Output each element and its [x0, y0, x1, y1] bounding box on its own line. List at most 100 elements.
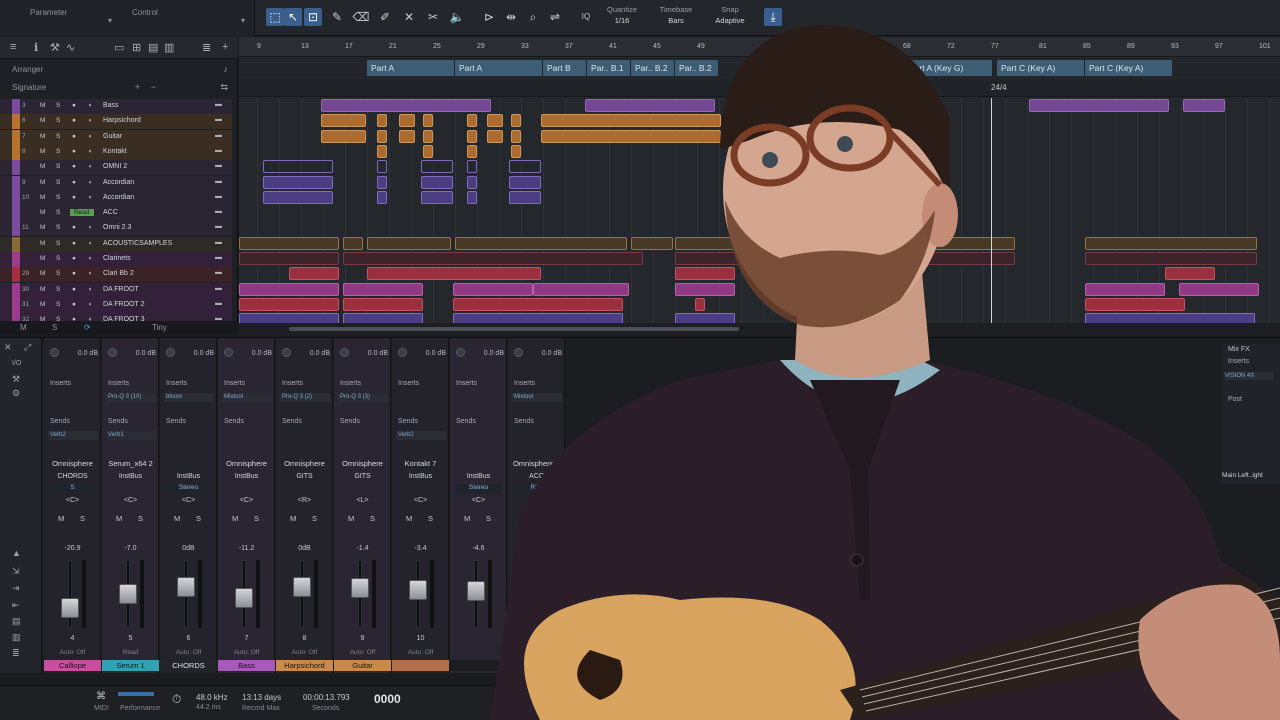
volume-value[interactable]: -3.4 — [392, 545, 449, 552]
monitor-icon[interactable]: ◖ — [88, 270, 92, 277]
event-clip[interactable] — [487, 129, 503, 143]
event-clip[interactable] — [509, 160, 541, 174]
automation-mode[interactable]: Auto: Off — [44, 649, 101, 656]
track-row[interactable]: M S ● ◖ OMNI 2 ▬ — [0, 160, 232, 176]
instrument-icon[interactable]: ▥ — [12, 632, 21, 643]
event-clip[interactable] — [263, 190, 333, 204]
monitor-icon[interactable]: ◖ — [88, 133, 92, 140]
event-clip[interactable] — [467, 129, 477, 143]
track-row[interactable]: 30 M S ● ◖ DA FROOT ▬ — [0, 282, 232, 298]
arrange-icon[interactable]: ⊞ — [132, 41, 141, 54]
event-clip[interactable] — [421, 190, 453, 204]
event-clip[interactable] — [343, 252, 643, 265]
event-clip[interactable] — [455, 236, 627, 250]
track-row[interactable]: 9 M S ● ◖ Accordian ▬ — [0, 175, 232, 191]
output-route[interactable]: InstBus — [102, 473, 159, 480]
output-route[interactable]: InstBus — [160, 473, 217, 480]
event-clip[interactable] — [467, 144, 477, 158]
track-type-icon[interactable]: ▬ — [215, 116, 222, 123]
insert-plugin[interactable]: Pro-Q 3 (10) — [106, 393, 156, 402]
instrument-name[interactable]: Omnisphere — [218, 459, 275, 468]
track-type-icon[interactable]: ▬ — [215, 269, 222, 276]
menu-icon[interactable]: ≡ — [10, 41, 16, 53]
mute-button[interactable]: M — [522, 514, 528, 523]
track-name[interactable]: Clarinets — [103, 255, 131, 262]
signature-track[interactable]: 24/4 — [239, 79, 1280, 97]
list-icon[interactable]: ≣ — [202, 41, 211, 54]
send-slot[interactable]: Verb1 — [106, 431, 156, 440]
control-dropdown[interactable]: Control — [132, 8, 158, 17]
event-clip[interactable] — [377, 190, 387, 204]
track-type-icon[interactable]: ▬ — [215, 300, 222, 307]
event-clip[interactable] — [239, 252, 339, 265]
track-name[interactable]: Kontakt — [103, 148, 127, 155]
range-tool-icon[interactable]: ⊡ — [304, 8, 322, 26]
solo-button[interactable]: S — [56, 240, 60, 247]
output-route[interactable]: InstBus — [450, 473, 507, 480]
eraser-tool-icon[interactable]: ⌫ — [352, 8, 370, 26]
panel-icon[interactable]: ▤ — [12, 616, 21, 627]
track-row[interactable]: 3 M S ● ◖ Bass ▬ — [0, 99, 232, 114]
mute-button[interactable]: M — [406, 514, 412, 523]
event-clip[interactable] — [453, 297, 623, 311]
mute-button[interactable]: M — [348, 514, 354, 523]
settings-icon[interactable]: ⚙ — [12, 388, 20, 399]
event-clip[interactable] — [289, 267, 339, 281]
event-clip[interactable] — [467, 190, 477, 204]
select-tool-icon[interactable]: ⬚ — [266, 8, 284, 26]
monitor-icon[interactable]: ◖ — [88, 163, 92, 170]
solo-button[interactable]: S — [138, 514, 143, 523]
track-row[interactable]: 11 M S ● ◖ Omni 2.3 ▬ — [0, 221, 232, 237]
record-button[interactable]: ● — [72, 301, 76, 308]
folder-icon[interactable]: ▭ — [114, 41, 124, 54]
arranger-track[interactable]: Part A Part A Part B Par.. B.1 Par.. B.2 Par.… — [239, 58, 1280, 78]
record-button[interactable]: ● — [72, 133, 76, 140]
track-row[interactable]: 7 M S ● ◖ Guitar ▬ — [0, 129, 232, 145]
track-name[interactable]: Omni 2.3 — [103, 224, 131, 231]
expand-icon[interactable]: ⇲ — [12, 566, 20, 577]
track-type-icon[interactable]: ▬ — [215, 193, 222, 200]
event-clip[interactable] — [1085, 252, 1257, 265]
mute-button[interactable]: M — [40, 209, 45, 216]
event-clip[interactable] — [377, 129, 387, 143]
pan-value[interactable]: <R> — [276, 497, 333, 504]
monitor-icon[interactable]: ◖ — [88, 194, 92, 201]
arranger-section[interactable]: Par.. B.2 — [631, 60, 675, 76]
layers-icon[interactable]: ≣ — [12, 648, 20, 659]
channel-name[interactable]: Bass — [218, 660, 275, 671]
solo-button[interactable]: S — [56, 209, 60, 216]
channel-name[interactable]: Guitar — [334, 660, 391, 671]
insert-plugin[interactable]: Pro-Q 3 (3) — [338, 393, 388, 402]
mute-button[interactable]: M — [116, 514, 122, 523]
volume-fader[interactable] — [119, 583, 137, 604]
io-label[interactable]: I/O — [12, 360, 21, 367]
solo-button[interactable]: S — [56, 179, 60, 186]
volume-value[interactable]: -1.4 — [334, 545, 391, 552]
mute-button[interactable]: M — [40, 301, 45, 308]
event-clip[interactable] — [423, 129, 433, 143]
automation-mode[interactable]: Auto: Off — [218, 649, 275, 656]
solo-button[interactable]: S — [56, 194, 60, 201]
mute-button[interactable]: M — [40, 179, 45, 186]
solo-button[interactable]: S — [56, 117, 60, 124]
track-name[interactable]: DA FROOT — [103, 286, 139, 293]
input-icon[interactable]: ⇥ — [12, 583, 20, 594]
event-clip[interactable] — [453, 282, 533, 296]
event-clip[interactable] — [695, 297, 705, 311]
automation-mode[interactable]: Auto: Off — [392, 649, 449, 656]
channel-name[interactable]: Calliope — [44, 660, 101, 671]
event-clip[interactable] — [509, 190, 541, 204]
pan-value[interactable]: <C> — [218, 497, 275, 504]
solo-button[interactable]: S — [56, 255, 60, 262]
mix-fx-label[interactable]: Mix FX — [1228, 346, 1250, 353]
event-clip[interactable] — [367, 267, 541, 281]
event-clip[interactable] — [511, 144, 521, 158]
monitor-icon[interactable]: ◖ — [88, 240, 92, 247]
event-clip[interactable] — [263, 175, 333, 189]
inserts-label[interactable]: Inserts — [166, 380, 187, 387]
expand-icon[interactable]: ⤢ — [24, 342, 31, 353]
footer-m[interactable]: M — [20, 323, 27, 332]
mute-button[interactable]: M — [290, 514, 296, 523]
arrow-up-icon[interactable]: ▲ — [12, 548, 21, 558]
mute-button[interactable]: M — [40, 286, 45, 293]
